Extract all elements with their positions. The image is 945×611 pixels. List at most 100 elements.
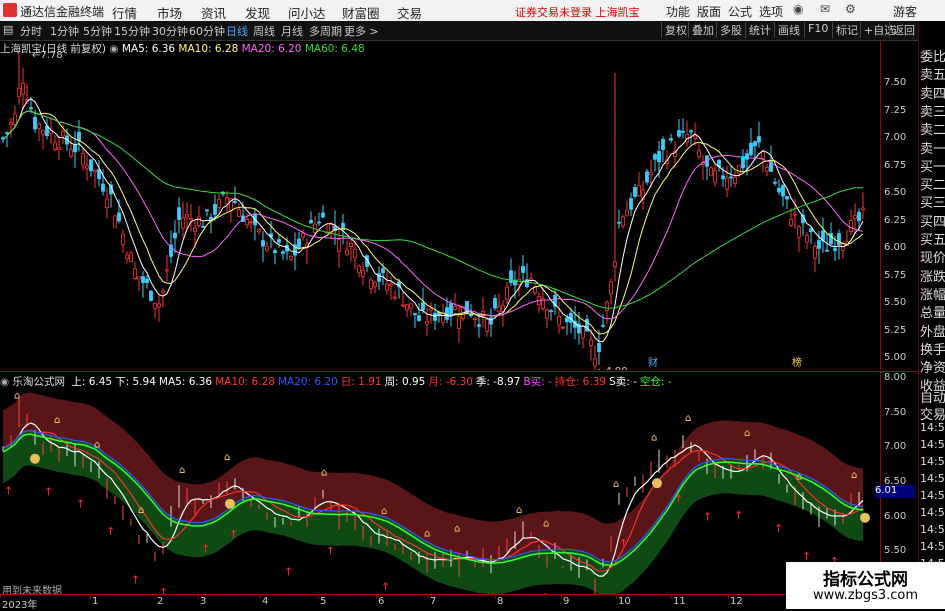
indicator-legend-item: 周: 0.95 [384,376,426,388]
menu-market[interactable]: 市场 [157,3,182,22]
toolbar-icon[interactable]: ▤ [3,23,13,36]
candle-body [317,221,321,224]
x-tick-mark [155,595,156,599]
candle-body [37,123,41,129]
watermark-url: www.zbgs3.com [812,588,919,603]
candle-body [89,159,93,172]
candle-body [105,198,109,208]
time-axis: 2023年 1 2 3 4 5 6 7 8 9 10 11 12 [0,594,880,611]
candle-body [521,266,525,273]
menu-news[interactable]: 资讯 [201,3,226,22]
candle-body [617,221,621,224]
indicator-chart[interactable]: ↑↑↑↑↑↑↑↑↑↑↑↑↑↑↑↑↑↑↑↑↑↑↑↑⌂⌂⌂⌂⌂⌂⌂⌂⌂⌂⌂⌂⌂⌂⌂⌂… [0,372,880,594]
btn-mark[interactable]: 标记 [832,22,861,38]
candle-body [217,199,221,208]
sell-marker-icon: ⌂ [424,528,430,539]
menu-function[interactable]: 功能 [666,3,690,20]
candle-body [113,215,117,228]
menu-trade[interactable]: 交易 [397,3,422,22]
menu-ask[interactable]: 问小达 [288,3,326,22]
sell-marker-icon: ⌂ [381,506,387,517]
buy-arrow-icon: ↑ [44,485,53,498]
menu-formula[interactable]: 公式 [728,3,752,20]
buy-arrow-icon: ↑ [674,492,683,505]
btn-stats[interactable]: 统计 [745,22,774,38]
candle-body [857,211,861,221]
candle-body [813,246,817,259]
x-tick-label: 10 [618,596,631,607]
ma5-label: MA5: 6.36 [121,43,176,55]
mail-icon[interactable]: ✉ [820,2,830,16]
y-tick-label: 7.50 [884,77,907,88]
btn-overlay[interactable]: 叠加 [688,22,717,38]
tab-intraday[interactable]: 分时 [20,23,42,39]
main-y-axis: 7.50 7.25 7.00 6.75 6.50 6.25 6.00 5.75 5.50 5.25… [880,40,919,370]
candle-body [545,309,549,319]
candle-body [689,130,693,133]
eye-icon[interactable]: ◉ [109,43,118,55]
x-tick-mark [561,595,562,599]
tab-5min[interactable]: 5分钟 [83,23,112,39]
menu-options[interactable]: 选项 [759,3,783,20]
indicator-legend: ◉ 乐淘公式网 上: 6.45 下: 5.94 MA5: 6.36 MA10: 6.2… [0,374,672,389]
candle-body [201,225,205,228]
menu-quotes[interactable]: 行情 [112,3,137,22]
x-tick-mark [260,595,261,599]
user-icon[interactable]: ◉ [793,2,803,16]
sell-marker-icon: ⌂ [54,415,60,426]
candle-body [613,261,617,268]
menu-wealth[interactable]: 财富圈 [342,3,380,22]
tab-15min[interactable]: 15分钟 [114,23,150,39]
buy-arrow-icon: ↑ [229,528,238,541]
tab-60min[interactable]: 60分钟 [189,23,225,39]
candle-body [609,281,613,295]
candle-body [781,185,785,197]
y-tick-label: 5.75 [884,269,907,281]
y-tick-label: 7.00 [884,132,907,143]
tab-weekly[interactable]: 周线 [253,23,275,39]
menu-layout[interactable]: 版面 [697,3,721,20]
candle-body [161,289,165,293]
guest-label[interactable]: 游客 [893,3,917,20]
buy-arrow-icon: ↑ [619,537,628,550]
buy-arrow-icon: ↑ [4,485,13,498]
candle-body [73,144,77,153]
tab-30min[interactable]: 30分钟 [152,23,188,39]
candle-body [145,278,149,283]
quote-field-label: 涨幅 [920,287,945,303]
candle-body [29,107,33,110]
candle-body [13,113,17,125]
candle-body [645,171,649,183]
candle-body [45,125,49,136]
y-tick-label: 7.50 [884,406,907,418]
login-notice[interactable]: 证券交易未登录 上海凯宝 [515,4,640,20]
candle-body [805,235,809,243]
candle-body [97,169,101,180]
quote-side-panel: 委比 卖五 卖四 卖三 卖二 卖一 买一 买二 买三 买四 买五 现价 涨跌 涨幅 总量 外盘 换手 净资 收益 自动… [918,21,945,609]
candle-body [133,268,137,279]
candle-body [225,197,229,205]
candle-body [237,209,241,217]
btn-f10[interactable]: F10 [804,22,831,38]
eye-icon[interactable]: ◉ [0,376,9,388]
indicator-legend-item: 日: 1.91 [340,376,382,388]
btn-multi-stock[interactable]: 多股 [716,22,745,38]
candle-body [125,254,129,259]
quote-field-label: 卖一 [920,141,945,157]
tab-1min[interactable]: 1分钟 [50,23,79,39]
btn-adjust[interactable]: 复权 [661,22,690,38]
tab-daily[interactable]: 日线 [226,23,248,39]
quote-field-label: 总量 [920,306,945,322]
btn-back[interactable]: 返回 [889,22,918,38]
candle-body [81,152,85,166]
x-tick-label: 1 [92,596,99,607]
settings-icon[interactable]: ⚙ [845,2,856,16]
tab-monthly[interactable]: 月线 [281,23,303,39]
tick-time: 14:56 [920,523,945,536]
candle-body [817,240,821,249]
tab-multi-period[interactable]: 多周期 [309,23,342,39]
candlestick-chart[interactable]: ←7.78←4.90财榜 [0,40,880,370]
btn-draw[interactable]: 画线 [774,22,803,38]
tab-more[interactable]: 更多 > [344,23,379,39]
menu-discover[interactable]: 发现 [245,3,270,22]
